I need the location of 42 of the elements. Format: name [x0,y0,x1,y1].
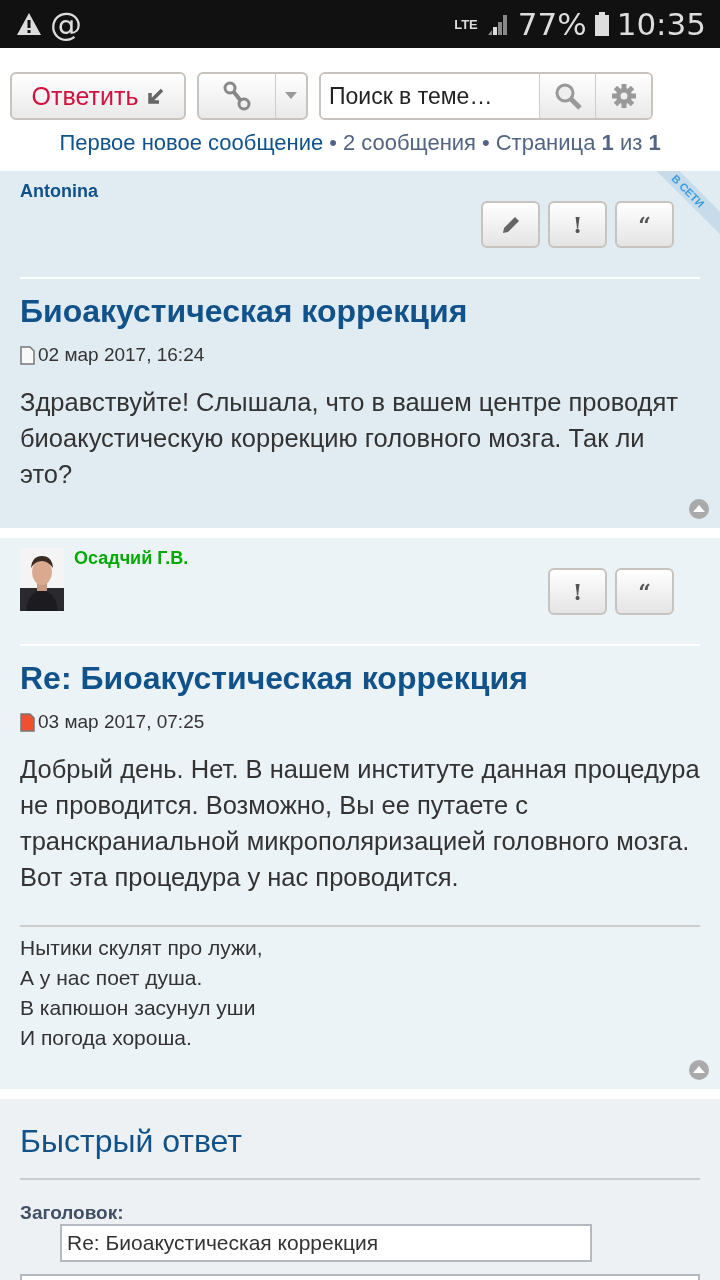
report-button[interactable]: ! [548,568,607,615]
signal-icon [485,13,510,35]
author-name[interactable]: Antonina [20,181,98,202]
back-to-top-icon[interactable] [688,498,710,520]
battery-icon [594,12,609,36]
separator: • [329,130,337,156]
network-type: LTE [454,16,478,32]
signature-line: Нытики скулят про лужи, [20,935,264,961]
wrench-icon [221,80,253,112]
post-count: 2 сообщения [342,130,476,156]
battery-percent: 77% [517,8,587,40]
signature-line: А у нас поет душа. [20,965,204,991]
quote-button[interactable]: “ [615,568,674,615]
separator: • [482,130,490,156]
post-title[interactable]: Биоакустическая коррекция [20,293,700,330]
subject-label: Заголовок: [20,1202,125,1224]
post-body: Здравствуйте! Слышала, что в вашем центре проводят биоакустическую коррекцию головного мозга. Так ли это? [20,387,679,490]
caret-icon [285,92,297,100]
search-field[interactable]: Поиск в теме… [319,72,653,120]
at-sign-icon: @ [50,8,82,40]
settings-button[interactable] [595,74,651,118]
tools-dropdown[interactable] [197,72,308,120]
back-to-top-icon[interactable] [688,1059,710,1081]
arrow-icon [146,87,165,105]
post-date: 03 мар 2017, 07:25 [38,711,205,733]
first-unread-link[interactable]: Первое новое сообщение [59,130,324,156]
settings-icon [610,83,637,109]
warning-icon [16,12,42,36]
search-button[interactable] [539,74,595,118]
subject-field[interactable]: Re: Биоакустическая коррекция [60,1224,592,1262]
signature-line: В капюшон засунул уши [20,995,257,1021]
reply-button[interactable]: Ответить [10,72,186,120]
post-title[interactable]: Re: Биоакустическая коррекция [20,660,700,697]
quote-button[interactable]: “ [615,201,674,248]
report-button[interactable]: ! [548,201,607,248]
edit-button[interactable] [481,201,540,248]
clock: 10:35 [616,8,706,40]
signature-line: И погода хороша. [20,1025,193,1051]
quick-reply-title: Быстрый ответ [20,1123,243,1160]
post-date: 02 мар 2017, 16:24 [38,344,205,366]
page-indicator: Страница 1 из 1 [495,130,661,156]
post-body: Добрый день. Нет. В нашем институте данная процедура не проводится. Возможно, Вы ее путаете с транскраниальной микрополяризацией головного мозга. Вот эта процедура у нас проводится. [20,754,700,893]
